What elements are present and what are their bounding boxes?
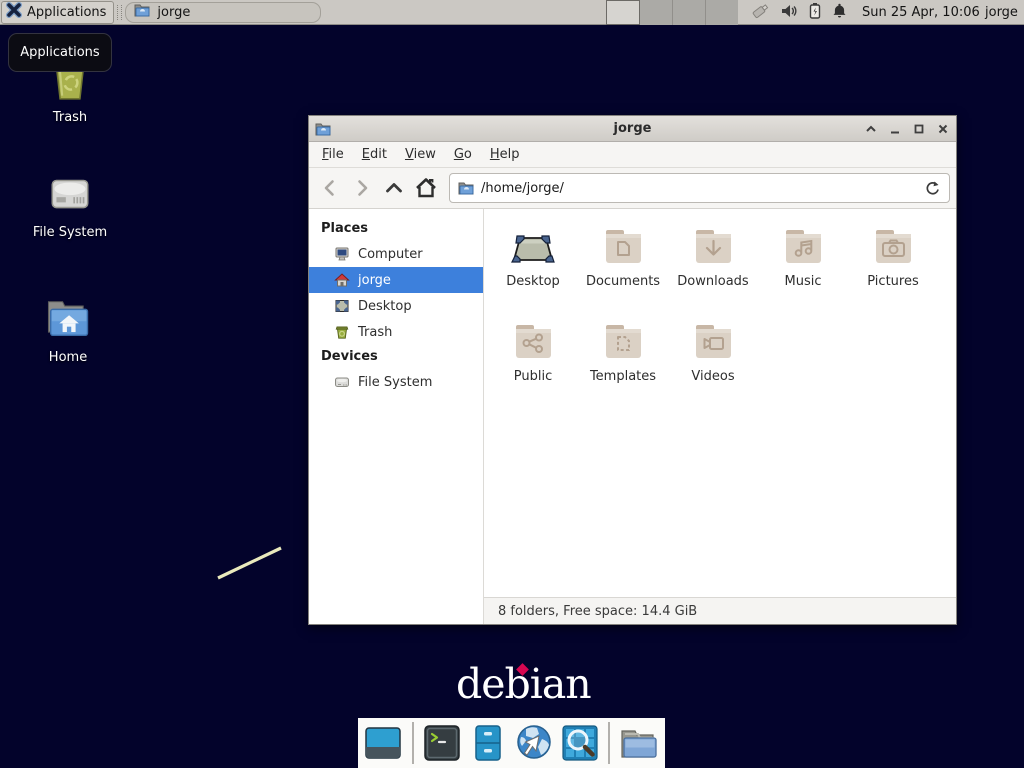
menu-view[interactable]: View (396, 144, 445, 165)
folder-music[interactable]: Music (758, 223, 848, 318)
battery-icon[interactable] (809, 2, 821, 23)
workspace-switcher[interactable] (606, 0, 738, 25)
xfce-applications-icon (6, 2, 22, 22)
hard-drive-icon (26, 168, 114, 218)
sidebar: Places Computer (309, 209, 484, 624)
folder-templates[interactable]: Templates (578, 318, 668, 413)
videos-folder-icon (668, 318, 758, 366)
sidebar-header-places: Places (309, 217, 483, 241)
directory-menu-icon[interactable] (618, 721, 660, 765)
toolbar: /home/jorge/ (309, 168, 956, 209)
sidebar-item-jorge[interactable]: jorge (309, 267, 483, 293)
workspace-2[interactable] (640, 0, 673, 25)
folder-public[interactable]: Public (488, 318, 578, 413)
folder-documents[interactable]: Documents (578, 223, 668, 318)
location-path: /home/jorge/ (481, 181, 917, 196)
dock-separator (412, 722, 414, 764)
folder-desktop[interactable]: Desktop (488, 223, 578, 318)
pictures-folder-icon (848, 223, 938, 271)
taskbar-window-button[interactable]: jorge (125, 2, 321, 23)
workspace-1[interactable] (606, 0, 640, 25)
file-manager-window: jorge File Edit View Go Help (308, 115, 957, 625)
terminal-icon[interactable] (422, 721, 463, 765)
top-panel: Applications jorge (0, 0, 1024, 25)
documents-folder-icon (578, 223, 668, 271)
dock-separator (608, 722, 610, 764)
volume-icon[interactable] (781, 3, 798, 23)
home-icon (334, 272, 350, 288)
sidebar-item-trash[interactable]: Trash (309, 319, 483, 345)
location-bar[interactable]: /home/jorge/ (449, 173, 950, 203)
taskbar-window-label: jorge (157, 5, 190, 20)
debian-logo: debian (456, 660, 596, 710)
line-artifact (210, 540, 295, 588)
dock (358, 718, 665, 768)
titlebar[interactable]: jorge (309, 116, 956, 142)
maximize-button[interactable] (912, 122, 926, 136)
menubar: File Edit View Go Help (309, 142, 956, 168)
computer-icon (334, 246, 350, 262)
desktop-icon-label: Trash (26, 110, 114, 125)
desktop-icon-label: Home (24, 350, 112, 365)
location-folder-icon (458, 180, 474, 196)
close-button[interactable] (936, 122, 950, 136)
menu-help[interactable]: Help (481, 144, 529, 165)
desktop-icon-label: File System (26, 225, 114, 240)
sidebar-item-file-system[interactable]: File System (309, 369, 483, 395)
web-browser-icon[interactable] (513, 721, 554, 765)
forward-button[interactable] (347, 173, 377, 203)
show-desktop-icon[interactable] (363, 721, 404, 765)
home-folder-icon (24, 293, 112, 343)
music-folder-icon (758, 223, 848, 271)
desktop-icon (334, 298, 350, 314)
window-title: jorge (309, 121, 956, 136)
panel-handle[interactable] (117, 5, 122, 20)
reload-icon[interactable] (924, 180, 941, 197)
sidebar-item-computer[interactable]: Computer (309, 241, 483, 267)
applications-menu-button[interactable]: Applications (1, 1, 114, 24)
window-body: Places Computer (309, 209, 956, 624)
panel-clock[interactable]: Sun 25 Apr, 10:06 (862, 0, 980, 25)
trash-small-icon (334, 324, 350, 340)
folder-downloads[interactable]: Downloads (668, 223, 758, 318)
workspace-4[interactable] (706, 0, 738, 25)
statusbar: 8 folders, Free space: 14.4 GiB (484, 597, 956, 624)
applications-menu-label: Applications (27, 5, 106, 20)
templates-folder-icon (578, 318, 668, 366)
home-button[interactable] (411, 173, 441, 203)
notifications-bell-icon[interactable] (832, 3, 847, 23)
panel-username: jorge (985, 0, 1018, 25)
application-finder-icon[interactable] (559, 721, 600, 765)
window-icon (315, 121, 331, 137)
workspace-3[interactable] (673, 0, 706, 25)
window-folder-icon (134, 2, 150, 22)
sidebar-item-desktop[interactable]: Desktop (309, 293, 483, 319)
back-button[interactable] (315, 173, 345, 203)
menu-edit[interactable]: Edit (353, 144, 396, 165)
drive-small-icon (334, 374, 350, 390)
desktop-icon-file-system[interactable]: File System (26, 168, 114, 240)
desktop-icon-home[interactable]: Home (24, 293, 112, 365)
desktop-special-icon (488, 223, 578, 271)
system-tray (750, 0, 847, 25)
menu-file[interactable]: File (313, 144, 353, 165)
file-cabinet-icon[interactable] (468, 721, 509, 765)
menu-go[interactable]: Go (445, 144, 481, 165)
shade-button[interactable] (864, 122, 878, 136)
folder-grid: Desktop Documents (484, 209, 956, 624)
public-folder-icon (488, 318, 578, 366)
folder-videos[interactable]: Videos (668, 318, 758, 413)
folder-pictures[interactable]: Pictures (848, 223, 938, 318)
minimize-button[interactable] (888, 122, 902, 136)
downloads-folder-icon (668, 223, 758, 271)
sidebar-header-devices: Devices (309, 345, 483, 369)
removable-media-icon[interactable] (750, 2, 770, 24)
desktop: Applications jorge (0, 0, 1024, 768)
applications-tooltip: Applications (8, 33, 112, 72)
up-button[interactable] (379, 173, 409, 203)
status-text: 8 folders, Free space: 14.4 GiB (498, 604, 697, 619)
